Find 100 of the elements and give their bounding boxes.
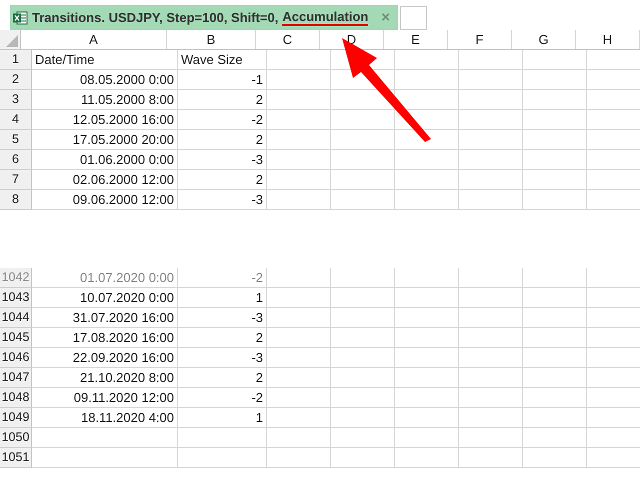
table-cell: 2	[256, 172, 263, 187]
table-cell: Date/Time	[35, 52, 94, 67]
column-header[interactable]: E	[384, 30, 448, 49]
table-cell: 09.06.2000 12:00	[72, 192, 174, 207]
workbook-tab[interactable]: Transitions. USDJPY, Step=100, Shift=0, Accumulation ×	[10, 5, 398, 30]
empty-cell	[331, 130, 395, 150]
row-number[interactable]: 6	[0, 150, 32, 170]
corner-triangle-icon	[6, 35, 18, 47]
row-number[interactable]: 8	[0, 190, 32, 210]
empty-cell	[331, 348, 395, 368]
empty-cell	[331, 308, 395, 328]
spreadsheet-icon	[12, 10, 28, 26]
empty-cell	[523, 50, 587, 70]
empty-cell	[459, 308, 523, 328]
empty-cell	[331, 368, 395, 388]
table-cell: 01.07.2020 0:00	[80, 270, 174, 285]
table-cell: 2	[256, 330, 263, 345]
empty-cell	[331, 388, 395, 408]
empty-cell	[459, 348, 523, 368]
row-number[interactable]: 4	[0, 110, 32, 130]
row-number[interactable]: 3	[0, 90, 32, 110]
table-cell: -3	[251, 152, 263, 167]
row-number[interactable]: 1046	[0, 348, 32, 368]
empty-cell	[459, 408, 523, 428]
empty-cell	[331, 150, 395, 170]
empty-cell	[395, 50, 459, 70]
empty-cell	[331, 110, 395, 130]
empty-cell	[459, 368, 523, 388]
column-header[interactable]: F	[448, 30, 512, 49]
empty-cell	[267, 448, 331, 468]
row-number[interactable]: 1044	[0, 308, 32, 328]
highlighted-word: Accumulation	[282, 10, 368, 26]
table-cell: 11.05.2000 8:00	[80, 92, 174, 107]
empty-cell	[459, 170, 523, 190]
table-cell: 1	[256, 290, 263, 305]
table-cell: -3	[251, 310, 263, 325]
empty-cell	[459, 288, 523, 308]
empty-cell	[331, 268, 395, 288]
row-number[interactable]: 2	[0, 70, 32, 90]
empty-cell	[395, 70, 459, 90]
empty-cell	[331, 170, 395, 190]
empty-cell	[459, 190, 523, 210]
table-cell: 02.06.2000 12:00	[72, 172, 174, 187]
row-number[interactable]: 1049	[0, 408, 32, 428]
column-header[interactable]: G	[512, 30, 576, 49]
empty-cell	[459, 268, 523, 288]
select-all-corner[interactable]	[0, 30, 21, 49]
empty-cell	[395, 150, 459, 170]
empty-cell	[459, 150, 523, 170]
empty-cell	[395, 408, 459, 428]
empty-cell	[331, 190, 395, 210]
empty-cell	[331, 428, 395, 448]
column-header[interactable]: C	[256, 30, 320, 49]
row-number[interactable]: 1048	[0, 388, 32, 408]
empty-cell	[523, 190, 587, 210]
table-cell: -1	[251, 72, 263, 87]
empty-cell	[331, 288, 395, 308]
row-number[interactable]: 1051	[0, 448, 32, 468]
empty-cell	[523, 90, 587, 110]
empty-cell	[459, 428, 523, 448]
empty-cell	[395, 328, 459, 348]
empty-cell	[395, 428, 459, 448]
table-cell: 18.11.2020 4:00	[80, 410, 174, 425]
table-cell: 2	[256, 132, 263, 147]
empty-cell	[395, 348, 459, 368]
column-header[interactable]: A	[21, 30, 167, 49]
empty-cell	[395, 448, 459, 468]
table-cell: 21.10.2020 8:00	[80, 370, 174, 385]
empty-cell	[395, 388, 459, 408]
table-cell: 1	[256, 410, 263, 425]
table-cell: Wave Size	[181, 52, 243, 67]
row-number[interactable]: 5	[0, 130, 32, 150]
table-cell: 17.08.2020 16:00	[72, 330, 174, 345]
new-tab-box[interactable]	[400, 6, 427, 30]
empty-cell	[459, 328, 523, 348]
empty-cell	[459, 50, 523, 70]
table-cell: 01.06.2000 0:00	[80, 152, 174, 167]
table-cell: 22.09.2020 16:00	[72, 350, 174, 365]
empty-cell	[395, 308, 459, 328]
empty-cell	[523, 288, 587, 308]
column-header[interactable]: H	[576, 30, 640, 49]
row-number[interactable]: 1043	[0, 288, 32, 308]
empty-cell	[523, 348, 587, 368]
empty-cell	[523, 408, 587, 428]
table-cell: -2	[251, 390, 263, 405]
table-cell: 2	[256, 370, 263, 385]
table-cell: 17.05.2000 20:00	[72, 132, 174, 147]
empty-cell	[523, 428, 587, 448]
row-number[interactable]: 1045	[0, 328, 32, 348]
column-header[interactable]: B	[167, 30, 256, 49]
row-number[interactable]: 7	[0, 170, 32, 190]
row-number[interactable]: 1	[0, 50, 32, 70]
row-number[interactable]: 1047	[0, 368, 32, 388]
table-cell: 09.11.2020 12:00	[74, 390, 174, 405]
table-cell: -2	[251, 270, 263, 285]
empty-cell	[459, 448, 523, 468]
empty-cell	[523, 170, 587, 190]
empty-cell	[523, 150, 587, 170]
row-number[interactable]: 1050	[0, 428, 32, 448]
empty-cell	[523, 328, 587, 348]
